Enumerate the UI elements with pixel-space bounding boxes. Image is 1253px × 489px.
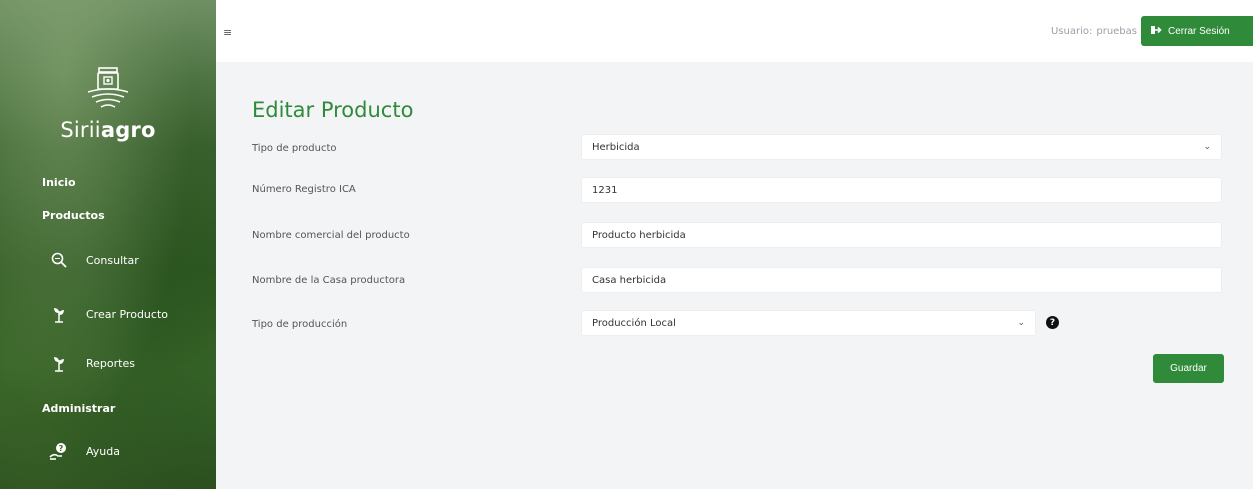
sidebar-item-label: Ayuda — [86, 444, 120, 458]
logout-button[interactable]: Cerrar Sesión — [1141, 16, 1253, 46]
field-label-nombre-comercial: Nombre comercial del producto — [252, 230, 410, 241]
sidebar: Siriiagro Inicio Productos Consultar Cre… — [0, 0, 216, 489]
user-prefix: Usuario: — [1050, 26, 1093, 37]
help-hand-icon: ? — [48, 440, 70, 462]
nombre-comercial-value: Producto herbicida — [592, 229, 686, 241]
user-name: pruebas — [1096, 26, 1137, 37]
nav-inicio[interactable]: Inicio — [42, 176, 76, 189]
user-info: Usuario: pruebas — [1047, 26, 1137, 37]
search-icon — [48, 249, 70, 271]
field-label-casa-productora: Nombre de la Casa productora — [252, 275, 406, 286]
sidebar-item-reportes[interactable]: Reportes — [48, 352, 135, 374]
field-label-tipo-producto: Tipo de producto — [252, 143, 337, 154]
plant-icon — [48, 303, 70, 325]
chevron-down-icon: ⌄ — [1203, 142, 1211, 152]
tipo-produccion-select[interactable]: Producción Local ⌄ — [581, 310, 1036, 336]
sidebar-item-label: Crear Producto — [86, 307, 168, 321]
nombre-comercial-input[interactable]: Producto herbicida — [581, 222, 1222, 248]
tipo-producto-select[interactable]: Herbicida ⌄ — [581, 134, 1222, 160]
question-circle-icon[interactable]: ? — [1046, 316, 1059, 329]
chevron-down-icon: ⌄ — [1017, 318, 1025, 328]
casa-productora-value: Casa herbicida — [592, 274, 667, 286]
tipo-produccion-value: Producción Local — [592, 317, 676, 329]
registro-ica-value: 1231 — [592, 184, 618, 196]
nav-productos-header[interactable]: Productos — [42, 209, 105, 222]
field-label-registro-ica: Número Registro ICA — [252, 184, 356, 195]
nav-administrar[interactable]: Administrar — [42, 402, 115, 415]
sign-out-icon — [1151, 25, 1162, 38]
menu-icon[interactable]: ≡ — [223, 26, 232, 39]
sidebar-item-crear-producto[interactable]: Crear Producto — [48, 303, 168, 325]
field-label-tipo-produccion: Tipo de producción — [252, 319, 348, 330]
logout-label: Cerrar Sesión — [1168, 25, 1230, 37]
sidebar-item-ayuda[interactable]: ? Ayuda — [48, 440, 120, 462]
topbar: ≡ Usuario: pruebas Cerrar Sesión — [216, 0, 1253, 62]
save-button[interactable]: Guardar — [1153, 354, 1224, 383]
brand-name: Siriiagro — [60, 118, 156, 142]
brand-logo[interactable]: Siriiagro — [0, 64, 216, 142]
logo-icon — [87, 67, 129, 108]
tipo-producto-value: Herbicida — [592, 141, 640, 153]
page-title: Editar Producto — [252, 98, 414, 122]
sidebar-item-label: Consultar — [86, 253, 139, 267]
sidebar-item-label: Reportes — [86, 356, 135, 370]
registro-ica-input[interactable]: 1231 — [581, 177, 1222, 203]
casa-productora-input[interactable]: Casa herbicida — [581, 267, 1222, 293]
svg-text:?: ? — [59, 444, 64, 453]
plant-icon — [48, 352, 70, 374]
sidebar-item-consultar[interactable]: Consultar — [48, 249, 139, 271]
